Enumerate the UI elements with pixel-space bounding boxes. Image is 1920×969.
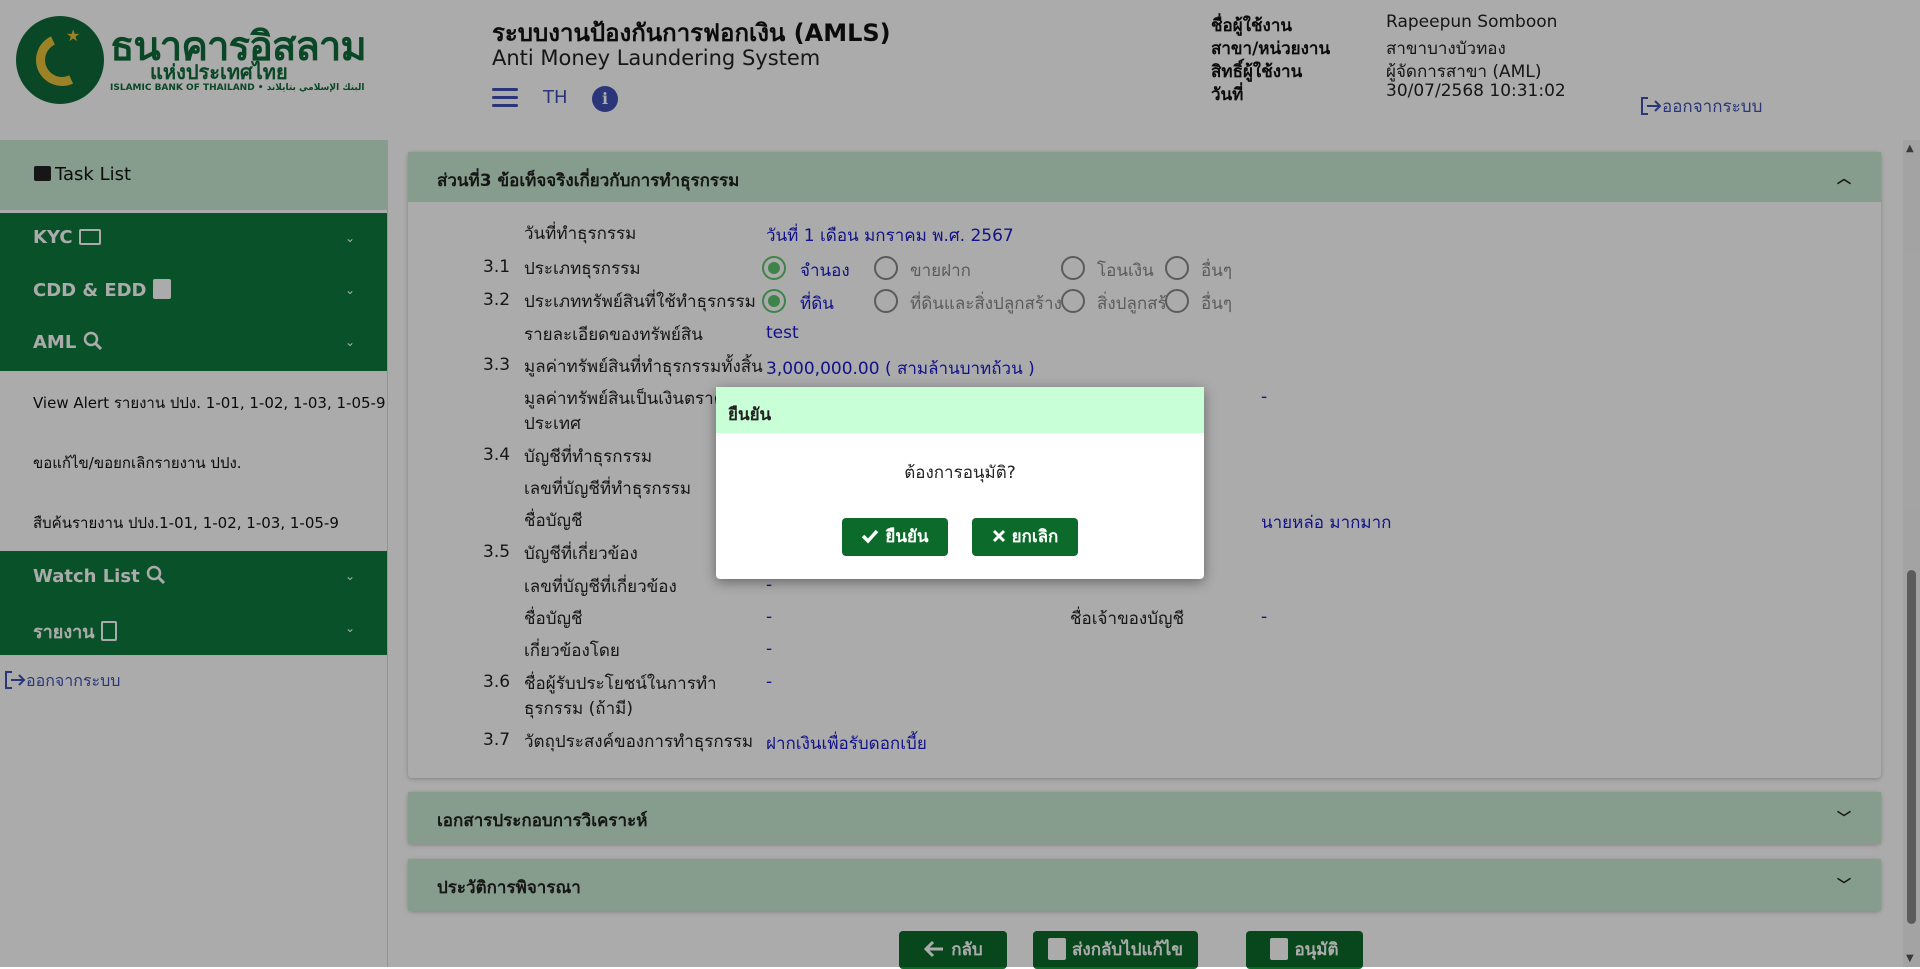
close-icon <box>992 529 1005 543</box>
cancel-label: ยกเลิก <box>1011 527 1059 547</box>
check-icon <box>862 529 879 544</box>
confirm-label: ยืนยัน <box>885 527 929 547</box>
confirm-button[interactable]: ยืนยัน <box>842 518 948 556</box>
cancel-button[interactable]: ยกเลิก <box>972 518 1078 556</box>
dialog-title: ยืนยัน <box>716 387 1204 433</box>
confirm-dialog: ยืนยัน ต้องการอนุมัติ? ยืนยัน ยกเลิก <box>716 387 1204 579</box>
dialog-message: ต้องการอนุมัติ? <box>904 463 1016 483</box>
